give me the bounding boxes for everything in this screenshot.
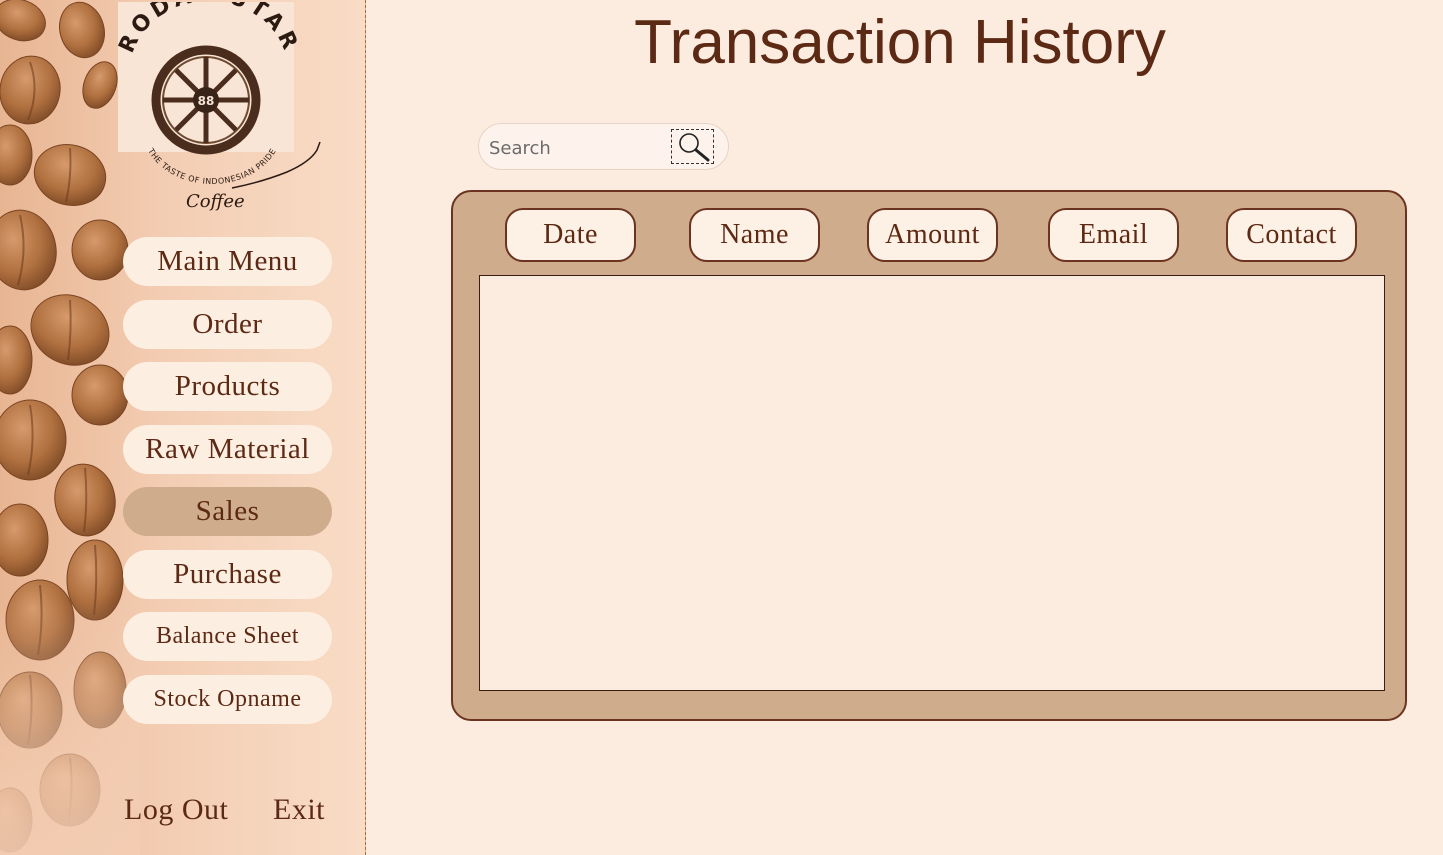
wheel-logo-icon: RODA PUTAR 88 THE TASTE OF INDONESIAN PR… bbox=[114, 2, 321, 212]
column-header-email[interactable]: Email bbox=[1048, 208, 1179, 262]
sidebar: RODA PUTAR 88 THE TASTE OF INDONESIAN PR… bbox=[0, 0, 366, 855]
sidebar-item-stock-opname[interactable]: Stock Opname bbox=[123, 675, 332, 724]
brand-logo: RODA PUTAR 88 THE TASTE OF INDONESIAN PR… bbox=[112, 2, 324, 218]
sidebar-item-sales[interactable]: Sales bbox=[123, 487, 332, 536]
sidebar-item-balance-sheet[interactable]: Balance Sheet bbox=[123, 612, 332, 661]
sidebar-item-purchase[interactable]: Purchase bbox=[123, 550, 332, 599]
column-header-date[interactable]: Date bbox=[505, 208, 636, 262]
search-box bbox=[478, 123, 729, 170]
exit-button[interactable]: Exit bbox=[273, 793, 325, 827]
beans-fade-overlay bbox=[0, 600, 140, 855]
sidebar-item-order[interactable]: Order bbox=[123, 300, 332, 349]
transaction-table-panel: Date Name Amount Email Contact bbox=[451, 190, 1407, 721]
svg-text:Coffee: Coffee bbox=[186, 191, 245, 212]
search-input[interactable] bbox=[487, 134, 666, 162]
svg-text:88: 88 bbox=[198, 94, 215, 108]
search-button[interactable] bbox=[671, 129, 714, 164]
magnifier-icon bbox=[679, 133, 710, 162]
transaction-table-body[interactable] bbox=[479, 275, 1385, 691]
app-window: RODA PUTAR 88 THE TASTE OF INDONESIAN PR… bbox=[0, 0, 1443, 855]
column-header-amount[interactable]: Amount bbox=[867, 208, 998, 262]
column-header-contact[interactable]: Contact bbox=[1226, 208, 1357, 262]
sidebar-item-products[interactable]: Products bbox=[123, 362, 332, 411]
page-title: Transaction History bbox=[634, 8, 1166, 77]
sidebar-item-raw-material[interactable]: Raw Material bbox=[123, 425, 332, 474]
sidebar-item-main-menu[interactable]: Main Menu bbox=[123, 237, 332, 286]
column-header-name[interactable]: Name bbox=[689, 208, 820, 262]
logout-button[interactable]: Log Out bbox=[124, 793, 228, 827]
